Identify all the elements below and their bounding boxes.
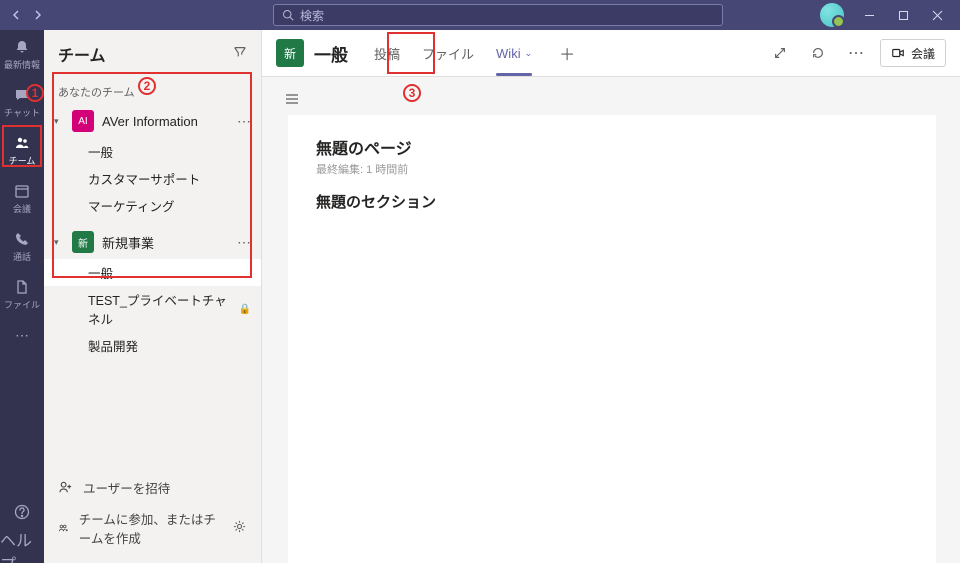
annotation-circle-3: 3 (403, 84, 421, 102)
rail-calls[interactable]: 通話 (0, 222, 44, 270)
team-name: AVer Information (102, 114, 229, 129)
team-row[interactable]: ▾ 新 新規事業 ⋯ (44, 225, 261, 259)
wiki-section-title[interactable]: 無題のセクション (316, 191, 908, 212)
gear-icon[interactable] (232, 519, 247, 537)
meet-button[interactable]: 会議 (880, 39, 946, 67)
people-icon (13, 134, 31, 152)
nav-forward[interactable] (28, 5, 48, 25)
team-tile: 新 (72, 231, 94, 253)
add-tab-button[interactable]: ＋ (552, 41, 582, 65)
rail-label: 通話 (13, 250, 31, 263)
more-icon[interactable]: ⋯ (842, 39, 870, 67)
search-icon (282, 9, 294, 21)
add-user-icon (58, 480, 73, 495)
rail-teams[interactable]: チーム (0, 126, 44, 174)
annotation-circle-1: 1 (26, 84, 44, 102)
channel-row[interactable]: 一般 (44, 259, 261, 286)
channel-row[interactable]: カスタマーサポート (44, 165, 261, 192)
video-icon (891, 46, 905, 60)
wiki-page-title[interactable]: 無題のページ (316, 135, 908, 159)
search-input[interactable]: 検索 (273, 4, 723, 26)
rail-label: チャット (4, 106, 40, 119)
team-more-icon[interactable]: ⋯ (237, 234, 251, 251)
bell-icon (13, 38, 31, 56)
rail-activity[interactable]: 最新情報 (0, 30, 44, 78)
channel-header: 新 一般 投稿 ファイル Wiki ⌄ ＋ ⋯ 会議 (262, 30, 960, 77)
rail-files[interactable]: ファイル (0, 270, 44, 318)
channel-row[interactable]: 製品開発 (44, 332, 261, 359)
window-maximize[interactable] (886, 0, 920, 30)
rail-calendar[interactable]: 会議 (0, 174, 44, 222)
expand-icon[interactable] (766, 39, 794, 67)
channel-row[interactable]: マーケティング (44, 192, 261, 219)
tab-posts[interactable]: 投稿 (364, 30, 410, 76)
chevron-down-icon: ▾ (54, 237, 64, 248)
team-name: 新規事業 (102, 233, 229, 252)
rail-label: ファイル (4, 298, 40, 311)
team-tile: AI (72, 110, 94, 132)
file-icon (13, 278, 31, 296)
invite-users-button[interactable]: ユーザーを招待 (44, 472, 261, 503)
channel-row[interactable]: TEST_プライベートチャネル 🔒 (44, 286, 261, 332)
teams-pane: チーム あなたのチーム ▾ AI AVer Information ⋯ 一般 カ… (44, 30, 262, 563)
teams-pane-title: チーム (58, 42, 106, 66)
search-placeholder: 検索 (300, 7, 324, 24)
rail-help[interactable]: ヘルプ (0, 515, 44, 563)
team-more-icon[interactable]: ⋯ (237, 113, 251, 130)
channel-row[interactable]: 一般 (44, 138, 261, 165)
refresh-icon[interactable] (804, 39, 832, 67)
tab-wiki[interactable]: Wiki ⌄ (486, 30, 542, 76)
wiki-hamburger[interactable] (270, 91, 946, 111)
wiki-page[interactable]: 無題のページ 最終編集: 1 時間前 無題のセクション (288, 115, 936, 563)
phone-icon (13, 230, 31, 248)
channel-name: 一般 (314, 41, 348, 66)
filter-icon[interactable] (233, 45, 247, 64)
chevron-down-icon: ⌄ (525, 48, 533, 59)
main-content: 新 一般 投稿 ファイル Wiki ⌄ ＋ ⋯ 会議 (262, 30, 960, 563)
rail-label: 最新情報 (4, 58, 40, 71)
more-icon: ⋯ (13, 326, 31, 344)
rail-label: 会議 (13, 202, 31, 215)
hamburger-icon (284, 91, 300, 107)
join-create-team-button[interactable]: チームに参加、またはチームを作成 (44, 503, 261, 553)
window-close[interactable] (920, 0, 954, 30)
help-icon (14, 504, 30, 525)
rail-label: チーム (9, 154, 36, 167)
chevron-down-icon: ▾ (54, 116, 64, 127)
calendar-icon (13, 182, 31, 200)
people-plus-icon (58, 521, 69, 536)
team-row[interactable]: ▾ AI AVer Information ⋯ (44, 104, 261, 138)
rail-more[interactable]: ⋯ (0, 318, 44, 352)
nav-back[interactable] (6, 5, 26, 25)
app-rail: 最新情報 チャット チーム 会議 通話 ファイル ⋯ ヘルプ (0, 30, 44, 563)
tab-files[interactable]: ファイル (412, 30, 484, 76)
lock-icon: 🔒 (239, 304, 251, 315)
channel-tile: 新 (276, 39, 304, 67)
rail-label: ヘルプ (0, 527, 44, 563)
window-minimize[interactable] (852, 0, 886, 30)
wiki-last-edited: 最終編集: 1 時間前 (316, 161, 908, 177)
user-avatar[interactable] (820, 3, 844, 27)
annotation-circle-2: 2 (138, 77, 156, 95)
titlebar: 検索 (0, 0, 960, 30)
